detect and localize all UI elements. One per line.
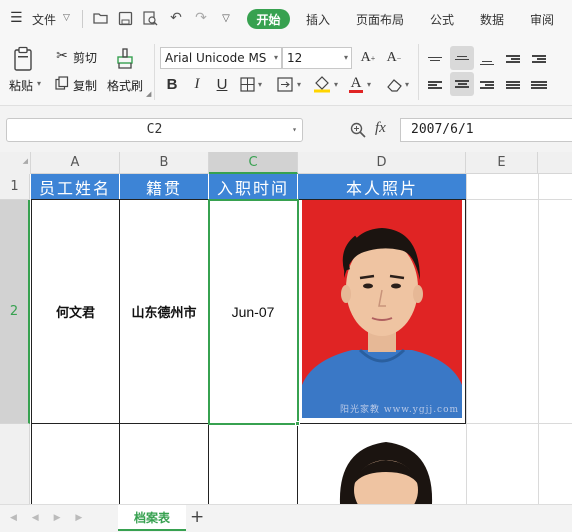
font-name-value: Arial Unicode MS xyxy=(165,51,267,65)
fill-color-icon[interactable] xyxy=(311,73,333,95)
header-cell-photo[interactable]: 本人照片 xyxy=(298,174,466,199)
undo-icon[interactable]: ↶ xyxy=(167,9,185,27)
divider xyxy=(82,10,83,28)
tab-insert[interactable]: 插入 xyxy=(306,11,330,28)
formula-input[interactable]: 2007/6/1 xyxy=(400,118,572,142)
save-icon[interactable] xyxy=(116,9,134,27)
column-header-d[interactable]: D xyxy=(298,152,466,174)
paste-dropdown-icon[interactable]: ▾ xyxy=(37,79,41,88)
photo-watermark: 阳光家教 www.ygjj.com xyxy=(340,405,460,415)
tab-home[interactable]: 开始 xyxy=(247,9,290,29)
chevron-down-icon[interactable]: ▾ xyxy=(331,73,341,95)
tab-page-layout[interactable]: 页面布局 xyxy=(356,11,404,28)
menu-bar: ☰ 文件 ▽ ↶ ↷ ▽ 开始 插入 页面布局 公式 数据 审阅 xyxy=(0,0,572,38)
cut-button[interactable]: 剪切 xyxy=(73,49,97,66)
tab-formulas[interactable]: 公式 xyxy=(430,11,454,28)
paste-icon[interactable] xyxy=(10,45,36,73)
divider xyxy=(154,44,155,100)
cell-b2[interactable]: 山东德州市 xyxy=(120,200,208,423)
employee-photo[interactable] xyxy=(302,200,462,418)
decrease-font-icon[interactable]: A − xyxy=(383,47,405,69)
copy-button[interactable]: 复制 xyxy=(73,77,97,94)
zoom-search-icon[interactable] xyxy=(349,121,367,139)
header-cell-name[interactable]: 员工姓名 xyxy=(31,174,120,199)
tab-data[interactable]: 数据 xyxy=(480,11,504,28)
table-border xyxy=(465,199,466,424)
ribbon: 粘贴 ▾ ✂ 剪切 复制 格式刷 ◢ Arial Unicode MS ▾ 12 ▾… xyxy=(0,38,572,106)
column-header-f[interactable] xyxy=(538,152,572,174)
align-left-icon[interactable] xyxy=(424,74,446,96)
sheet-tab-active[interactable]: 档案表 xyxy=(118,505,186,531)
column-header-c[interactable]: C xyxy=(209,152,298,174)
redo-icon[interactable]: ↷ xyxy=(192,9,210,27)
chevron-down-icon[interactable]: ▾ xyxy=(364,73,374,95)
row-header-1[interactable]: 1 xyxy=(0,174,30,200)
align-bottom-icon[interactable] xyxy=(476,48,498,70)
column-header-e[interactable]: E xyxy=(466,152,538,174)
active-cell-selection xyxy=(208,199,299,425)
format-painter-button[interactable]: 格式刷 xyxy=(107,77,143,94)
increase-indent-icon[interactable] xyxy=(528,48,550,70)
decrease-indent-icon[interactable] xyxy=(502,48,524,70)
function-icon[interactable]: fx xyxy=(375,120,386,137)
tab-review[interactable]: 审阅 xyxy=(530,11,554,28)
paste-button-label[interactable]: 粘贴 xyxy=(9,77,33,94)
chevron-down-icon: ▾ xyxy=(273,53,278,62)
justify-icon[interactable] xyxy=(502,74,524,96)
italic-icon[interactable]: I xyxy=(186,73,208,95)
row-header-3[interactable] xyxy=(0,424,30,504)
align-right-icon[interactable] xyxy=(476,74,498,96)
merge-cells-icon[interactable] xyxy=(274,73,296,95)
column-header-b[interactable]: B xyxy=(120,152,209,174)
underline-icon[interactable]: U xyxy=(211,73,233,95)
file-menu[interactable]: 文件 xyxy=(32,11,56,28)
clipboard-expand-icon[interactable]: ◢ xyxy=(146,90,151,98)
gridline xyxy=(538,174,539,504)
header-cell-origin[interactable]: 籍贯 xyxy=(120,174,209,199)
align-middle-icon[interactable] xyxy=(450,46,474,70)
chevron-down-icon[interactable]: ▾ xyxy=(294,73,304,95)
font-name-select[interactable]: Arial Unicode MS ▾ xyxy=(160,47,282,69)
align-center-icon[interactable] xyxy=(450,72,474,96)
gridline xyxy=(466,423,572,424)
copy-icon[interactable] xyxy=(54,75,70,91)
chevron-down-icon[interactable]: ▾ xyxy=(292,119,297,141)
add-sheet-button[interactable]: + xyxy=(190,507,204,527)
distributed-align-icon[interactable] xyxy=(528,74,550,96)
format-painter-icon[interactable] xyxy=(113,46,137,72)
font-size-select[interactable]: 12 ▾ xyxy=(282,47,352,69)
sheet-nav-arrows[interactable]: ◀ ◀ ▶ ▶ xyxy=(10,513,88,523)
increase-font-icon[interactable]: A + xyxy=(357,47,379,69)
open-folder-icon[interactable] xyxy=(92,9,110,27)
hamburger-icon[interactable]: ☰ xyxy=(10,10,23,26)
name-box[interactable]: C2 ▾ xyxy=(6,118,303,142)
employee-photo[interactable] xyxy=(330,438,442,504)
quick-access-dropdown-icon[interactable]: ▽ xyxy=(217,9,235,27)
bold-icon[interactable]: B xyxy=(161,73,183,95)
column-header-a[interactable]: A xyxy=(31,152,120,174)
chevron-down-icon: ▾ xyxy=(343,53,348,62)
chevron-down-icon[interactable]: ▾ xyxy=(402,73,412,95)
chevron-down-icon[interactable]: ▾ xyxy=(255,73,265,95)
fill-handle[interactable] xyxy=(295,421,300,426)
sheet-tab-bar: ◀ ◀ ▶ ▶ 档案表 + xyxy=(0,504,572,532)
row-header-2[interactable]: 2 xyxy=(0,200,30,424)
print-preview-icon[interactable] xyxy=(141,9,159,27)
cell-a2[interactable]: 何文君 xyxy=(32,200,119,423)
chevron-down-icon[interactable]: ▽ xyxy=(63,13,70,23)
font-size-value: 12 xyxy=(287,51,303,65)
gridline xyxy=(466,199,572,200)
gridline xyxy=(466,174,467,504)
select-all-corner[interactable]: ◢ xyxy=(0,152,31,174)
header-cell-hire-date[interactable]: 入职时间 xyxy=(209,174,298,199)
name-box-value: C2 xyxy=(146,122,163,137)
column-header-bar: ◢ A B C D E xyxy=(0,152,572,174)
scissors-icon[interactable]: ✂ xyxy=(54,48,70,64)
align-top-icon[interactable] xyxy=(424,48,446,70)
divider xyxy=(418,44,419,100)
